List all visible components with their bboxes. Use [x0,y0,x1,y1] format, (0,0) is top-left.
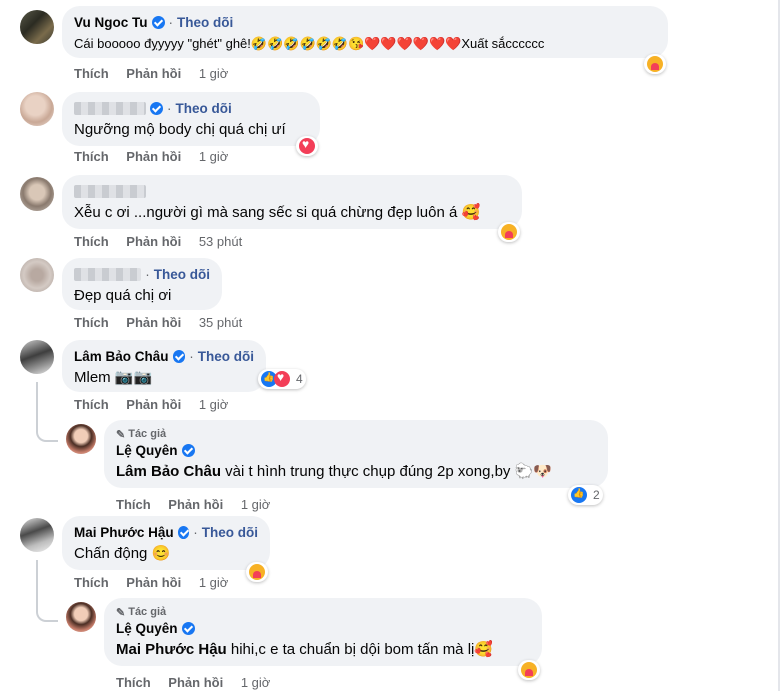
follow-link[interactable]: Theo dõi [176,101,232,116]
reaction-like-icon[interactable]: 2 [568,485,603,505]
timestamp[interactable]: 35 phút [199,315,242,330]
like-button[interactable]: Thích [74,234,109,249]
comment-bubble: Lâm Bảo Châu · Theo dõi Mlem 📷📷 [62,340,266,392]
like-button[interactable]: Thích [74,66,109,81]
comment-bubble: Mai Phước Hậu · Theo dõi Chấn động 😊 [62,516,270,570]
mention-link[interactable]: Mai Phước Hậu [116,641,227,658]
reply-button[interactable]: Phản hồi [126,149,181,164]
comment-actions: Thích Phản hồi 1 giờ [74,575,242,590]
avatar[interactable] [66,424,96,454]
comment-text: Xễu c ơi ...người gì mà sang sếc si quá … [74,204,481,221]
comment-text: Mlem 📷📷 [74,369,153,386]
comment-bubble: ✎ Tác giả Lệ Quyên Lâm Bảo Châu vài t hì… [104,420,608,488]
timestamp[interactable]: 1 giờ [199,66,229,81]
comment-bubble: · Theo dõi Đẹp quá chị ơi [62,258,222,310]
verified-badge-icon [172,349,186,363]
follow-link[interactable]: Theo dõi [154,267,210,282]
comment-text: Mai Phước Hậu hihi,c e ta chuẩn bị dội b… [116,641,494,658]
reply-button[interactable]: Phản hồi [126,66,181,81]
comment-actions: Thích Phản hồi 1 giờ [74,397,242,412]
author-tag: ✎ Tác giả [116,606,167,619]
pencil-icon: ✎ [116,606,126,619]
blurred-name [74,184,146,198]
verified-badge-icon [150,101,163,115]
pencil-icon: ✎ [116,428,126,441]
comment-actions: Thích Phản hồi 1 giờ [74,66,242,81]
like-button[interactable]: Thích [116,497,151,512]
like-button[interactable]: Thích [116,675,151,690]
reply-thread-line [36,382,58,442]
comment-actions: Thích Phản hồi 1 giờ [74,149,242,164]
comment-actions: Thích Phản hồi 53 phút [74,234,256,249]
commenter-name[interactable]: Mai Phước Hậu [74,525,174,540]
timestamp[interactable]: 1 giờ [241,497,271,512]
comment-bubble: Vu Ngoc Tu · Theo dõi Cái booooo đỵyyyy … [62,6,668,58]
reply-button[interactable]: Phản hồi [168,675,223,690]
comment-bubble: Xễu c ơi ...người gì mà sang sếc si quá … [62,175,522,229]
reaction-care-icon[interactable] [498,222,520,242]
verified-badge-icon [177,525,190,539]
author-tag: ✎ Tác giả [116,428,167,441]
verified-badge-icon [181,443,195,457]
timestamp[interactable]: 1 giờ [199,149,229,164]
reply-thread-line [36,560,58,622]
comment-text: Ngưỡng mộ body chị quá chị ưí [74,121,286,138]
reply-button[interactable]: Phản hồi [126,397,181,412]
reaction-care-icon[interactable] [518,660,540,680]
avatar[interactable] [20,258,54,292]
comment-text: Chấn động 😊 [74,545,171,562]
blurred-name [74,267,142,281]
reaction-care-icon[interactable] [644,54,666,74]
reply-button[interactable]: Phản hồi [126,575,181,590]
commenter-name[interactable]: Lệ Quyên [116,621,178,636]
reaction-care-icon[interactable] [246,562,268,582]
avatar[interactable] [20,177,54,211]
comment-bubble: · Theo dõi Ngưỡng mộ body chị quá chị ưí [62,92,320,146]
mention-link[interactable]: Lâm Bảo Châu [116,463,221,480]
comment-actions: Thích Phản hồi 35 phút [74,315,256,330]
avatar[interactable] [20,340,54,374]
reaction-count: 4 [296,372,303,386]
verified-badge-icon [181,621,195,635]
comment-actions: Thích Phản hồi 1 giờ [116,675,284,690]
like-button[interactable]: Thích [74,397,109,412]
follow-link[interactable]: Theo dõi [202,525,258,540]
commenter-name[interactable]: Lâm Bảo Châu [74,349,169,364]
comment-text: Đẹp quá chị ơi [74,287,172,304]
timestamp[interactable]: 1 giờ [241,675,271,690]
reply-button[interactable]: Phản hồi [168,497,223,512]
comment-text: Lâm Bảo Châu vài t hình trung thực chụp … [116,463,552,480]
like-button[interactable]: Thích [74,575,109,590]
like-button[interactable]: Thích [74,315,109,330]
timestamp[interactable]: 1 giờ [199,575,229,590]
reply-button[interactable]: Phản hồi [126,315,181,330]
verified-badge-icon [151,15,165,29]
avatar[interactable] [20,518,54,552]
comment-actions: Thích Phản hồi 1 giờ [116,497,284,512]
reaction-like-love-icon[interactable]: 4 [258,369,306,389]
avatar[interactable] [20,10,54,44]
avatar[interactable] [20,92,54,126]
comment-bubble: ✎ Tác giả Lệ Quyên Mai Phước Hậu hihi,c … [104,598,542,666]
follow-link[interactable]: Theo dõi [177,15,233,30]
commenter-name[interactable]: Lệ Quyên [116,443,178,458]
blurred-name [74,101,146,115]
like-button[interactable]: Thích [74,149,109,164]
comment-text: Cái booooo đỵyyyy "ghét" ghê!🤣🤣🤣🤣🤣🤣😘❤️❤️… [74,36,545,51]
timestamp[interactable]: 1 giờ [199,397,229,412]
commenter-name[interactable]: Vu Ngoc Tu [74,15,148,30]
reaction-count: 2 [593,488,600,502]
timestamp[interactable]: 53 phút [199,234,242,249]
reaction-love-icon[interactable] [296,136,318,156]
reply-button[interactable]: Phản hồi [126,234,181,249]
follow-link[interactable]: Theo dõi [198,349,254,364]
avatar[interactable] [66,602,96,632]
